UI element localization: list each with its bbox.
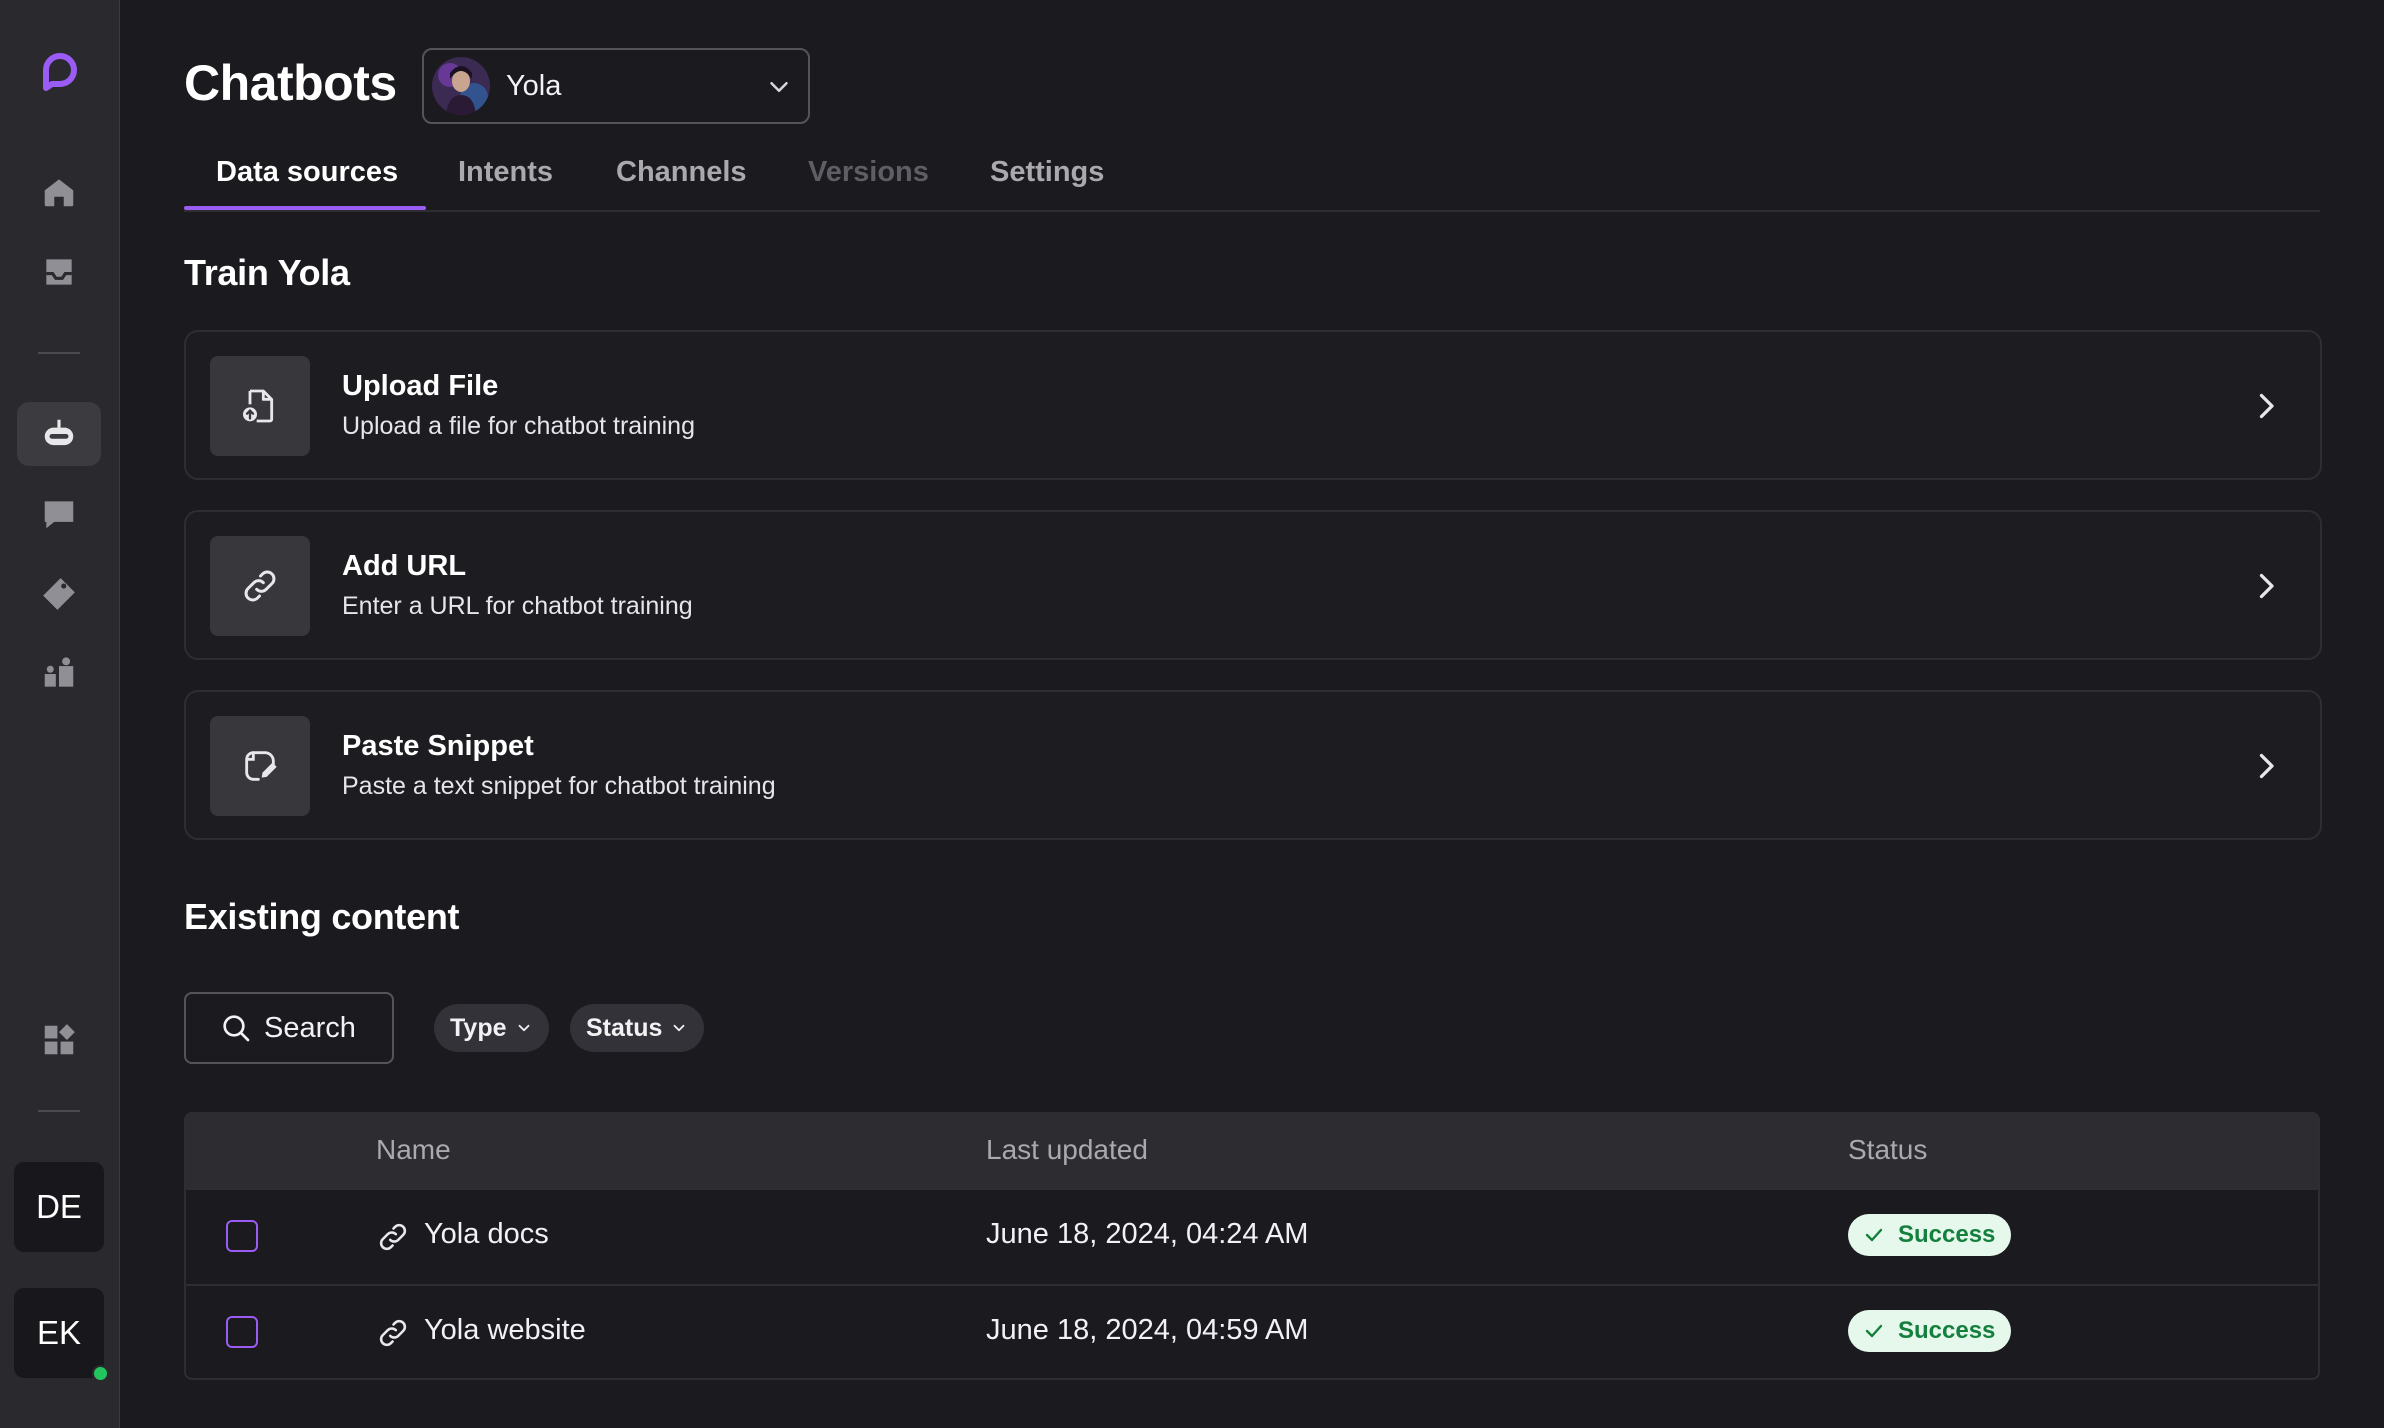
card-title: Add URL <box>342 550 467 582</box>
active-tab-indicator <box>184 206 426 210</box>
bot-selector-value: Yola <box>506 69 562 102</box>
status-badge-label: Success <box>1898 1221 1996 1248</box>
sidebar: DE EK <box>0 0 120 1428</box>
link-icon <box>244 570 276 602</box>
status-filter[interactable]: Status <box>570 1004 705 1052</box>
chevron-down-icon <box>674 1024 685 1032</box>
link-icon <box>379 1319 407 1347</box>
sidebar-item-messages[interactable] <box>17 482 101 546</box>
type-filter-label: Type <box>450 1013 507 1042</box>
search-icon <box>223 1015 250 1042</box>
add-url-card[interactable]: Add URL Enter a URL for chatbot training <box>184 510 2322 660</box>
page-title: Chatbots <box>184 55 397 111</box>
chevron-right-icon <box>2259 393 2274 419</box>
link-icon <box>379 1223 407 1251</box>
logo-icon[interactable] <box>38 48 82 96</box>
inbox-icon <box>46 259 72 285</box>
sidebar-item-team[interactable] <box>17 642 101 706</box>
snippet-icon <box>245 751 277 781</box>
chat-icon <box>44 501 74 529</box>
main-content: Chatbots Yola Data sources Intents Chann… <box>184 0 2322 1428</box>
paste-snippet-icon-box <box>210 716 310 816</box>
train-section-title: Train Yola <box>184 252 350 293</box>
user-avatar[interactable]: EK <box>14 1288 104 1378</box>
workspace-avatar[interactable]: DE <box>14 1162 104 1252</box>
chevron-down-icon <box>518 1024 529 1032</box>
chevron-right-icon <box>2259 753 2274 779</box>
sidebar-item-home[interactable] <box>17 160 101 224</box>
sidebar-item-apps[interactable] <box>17 1008 101 1072</box>
tab-settings[interactable]: Settings <box>990 156 1104 189</box>
paste-snippet-card[interactable]: Paste Snippet Paste a text snippet for c… <box>184 690 2322 840</box>
check-icon <box>1865 1228 1883 1242</box>
sidebar-item-inbox[interactable] <box>17 240 101 304</box>
bot-selector[interactable]: Yola <box>422 48 810 124</box>
chevron-right-icon <box>2259 573 2274 599</box>
row-last-updated: June 18, 2024, 04:59 AM <box>986 1314 1309 1346</box>
online-status-dot <box>92 1365 109 1382</box>
existing-content-title: Existing content <box>184 896 460 937</box>
status-badge: Success <box>1848 1214 2012 1256</box>
tab-data-sources[interactable]: Data sources <box>216 156 398 189</box>
tab-channels[interactable]: Channels <box>616 156 747 189</box>
apps-icon <box>44 1024 75 1055</box>
chevron-down-icon <box>770 82 788 92</box>
table-header: Name Last updated Status <box>186 1114 2318 1188</box>
tab-bar: Data sources Intents Channels Versions S… <box>184 146 2320 212</box>
status-filter-label: Status <box>586 1013 663 1042</box>
status-badge: Success <box>1848 1310 2012 1352</box>
ticket-icon <box>43 578 75 610</box>
sidebar-divider <box>38 1110 80 1112</box>
chatbot-icon <box>44 419 74 446</box>
sidebar-item-chatbots[interactable] <box>17 402 101 466</box>
content-table: Name Last updated Status Yola docs June … <box>184 1112 2320 1380</box>
home-icon <box>44 179 74 207</box>
upload-file-icon <box>243 389 274 423</box>
tab-versions: Versions <box>808 156 929 188</box>
upload-file-icon-box <box>210 356 310 456</box>
status-badge-label: Success <box>1898 1317 1996 1344</box>
card-subtitle: Enter a URL for chatbot training <box>342 592 693 620</box>
row-last-updated: June 18, 2024, 04:24 AM <box>986 1218 1309 1250</box>
table-row[interactable]: Yola website June 18, 2024, 04:59 AM Suc… <box>186 1284 2318 1378</box>
type-filter[interactable]: Type <box>434 1004 549 1052</box>
upload-file-card[interactable]: Upload File Upload a file for chatbot tr… <box>184 330 2322 480</box>
row-name[interactable]: Yola docs <box>424 1218 549 1251</box>
card-subtitle: Paste a text snippet for chatbot trainin… <box>342 772 776 800</box>
card-title: Paste Snippet <box>342 730 534 762</box>
sidebar-divider <box>38 352 80 354</box>
row-name[interactable]: Yola website <box>424 1314 586 1347</box>
check-icon <box>1865 1324 1883 1338</box>
column-status[interactable]: Status <box>1848 1134 1927 1166</box>
row-checkbox[interactable] <box>226 1316 258 1348</box>
search-label: Search <box>264 1011 356 1044</box>
add-url-icon-box <box>210 536 310 636</box>
row-checkbox[interactable] <box>226 1220 258 1252</box>
table-row[interactable]: Yola docs June 18, 2024, 04:24 AM Succes… <box>186 1188 2318 1284</box>
sidebar-item-tickets[interactable] <box>17 562 101 626</box>
card-title: Upload File <box>342 370 499 402</box>
column-name[interactable]: Name <box>376 1134 451 1166</box>
team-icon <box>44 657 74 687</box>
search-button[interactable]: Search <box>184 992 394 1064</box>
card-subtitle: Upload a file for chatbot training <box>342 412 695 440</box>
bot-avatar <box>432 57 490 115</box>
column-last-updated[interactable]: Last updated <box>986 1134 1148 1166</box>
tab-intents[interactable]: Intents <box>458 156 553 189</box>
